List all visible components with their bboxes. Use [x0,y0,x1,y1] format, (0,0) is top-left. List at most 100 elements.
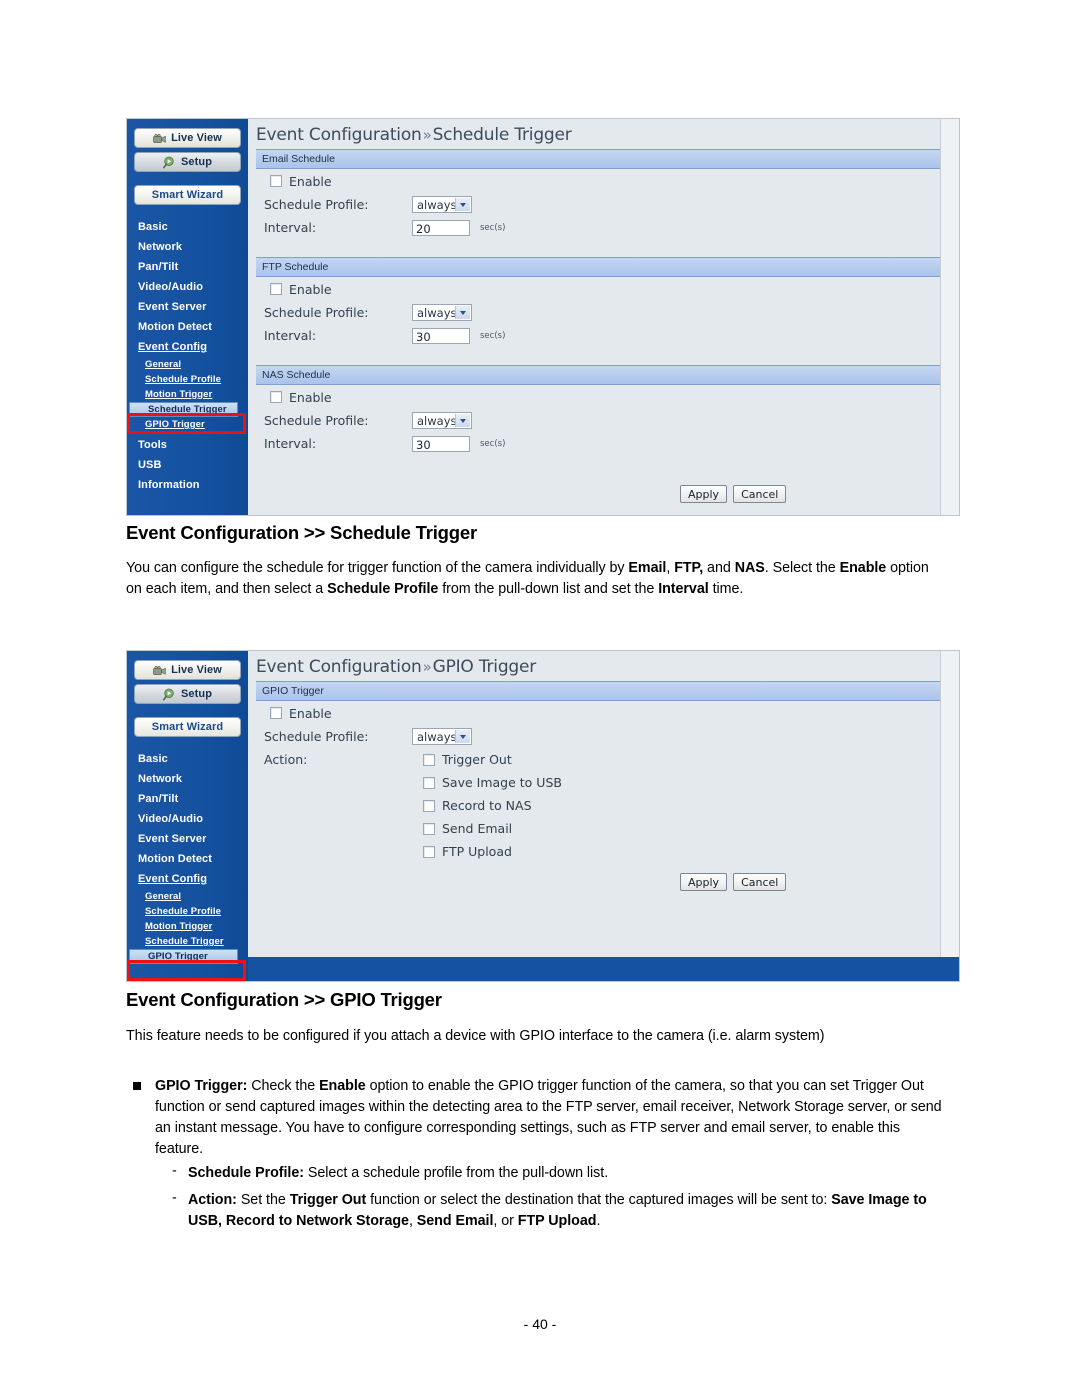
dash-marker-schedule-profile: - [172,1163,177,1179]
sidebar-item-label: Event Server [138,833,207,845]
sidebar-item-general[interactable]: General [127,357,248,372]
cancel-button[interactable]: Cancel [733,485,787,503]
email-profile-row: Schedule Profile: always [256,193,959,216]
sidebar-item-schedule-trigger[interactable]: Schedule Trigger [127,934,248,949]
sidebar-item-label: GPIO Trigger [148,951,208,962]
sidebar-item-label: Network [138,241,183,253]
setup-button[interactable]: Setup [134,152,241,172]
sidebar-item-basic[interactable]: Basic [127,749,248,769]
sidebar-item-network[interactable]: Network [127,769,248,789]
content-pane-gpio-trigger: Event Configuration»GPIO Trigger GPIO Tr… [248,651,959,981]
nas-interval-input[interactable]: 30 [412,435,470,452]
ftp-profile-select[interactable]: always [412,304,472,321]
gpio-profile-label: Schedule Profile: [264,729,369,744]
sidebar-item-pan-tilt[interactable]: Pan/Tilt [127,789,248,809]
bold-ftp: FTP, [674,560,704,576]
screenshot-schedule-trigger: Live View Setup Smart Wizard Basic Netwo… [126,118,960,516]
action-save-image-to-usb-checkbox[interactable] [423,776,435,789]
form-actions-gpio-trigger: Apply Cancel [680,873,787,891]
cancel-button[interactable]: Cancel [733,873,787,891]
bold-schedule-profile: Schedule Profile [327,581,439,597]
bold-gpio-trigger: GPIO Trigger: [155,1078,248,1094]
email-interval-label: Interval: [264,220,317,235]
paragraph-schedule-trigger: You can configure the schedule for trigg… [126,558,938,600]
ftp-interval-input[interactable]: 30 [412,327,470,344]
ftp-interval-row: Interval: 30 sec(s) [256,324,959,347]
gpio-profile-select[interactable]: always [412,728,472,745]
sidebar-item-gpio-trigger[interactable]: GPIO Trigger [129,949,238,964]
chevron-down-icon[interactable] [455,198,470,211]
live-view-button[interactable]: Live View [134,128,241,148]
ftp-profile-row: Schedule Profile: always [256,301,959,324]
breadcrumb-root: Event Configuration [256,657,422,677]
chevron-down-icon[interactable] [455,414,470,427]
sidebar-item-label: Network [138,773,183,785]
magnifier-icon [162,156,176,169]
text: You can configure the schedule for trigg… [126,560,629,576]
action-ftp-upload-checkbox[interactable] [423,845,435,858]
sidebar-item-schedule-trigger[interactable]: Schedule Trigger [129,402,238,417]
sidebar-item-label: Motion Trigger [145,389,213,400]
sidebar-item-network[interactable]: Network [127,237,248,257]
sidebar-item-motion-detect[interactable]: Motion Detect [127,317,248,337]
action-record-to-nas-label: Record to NAS [442,798,532,813]
nas-enable-row: Enable [256,385,959,409]
ftp-enable-row: Enable [256,277,959,301]
section-title: GPIO Trigger [262,685,324,697]
action-trigger-out-checkbox[interactable] [423,753,435,766]
gpio-action-label: Action: [264,752,308,767]
nas-interval-row: Interval: 30 sec(s) [256,432,959,455]
gpio-enable-checkbox[interactable] [270,707,282,719]
sidebar-item-basic[interactable]: Basic [127,217,248,237]
sidebar-item-pan-tilt[interactable]: Pan/Tilt [127,257,248,277]
email-profile-label: Schedule Profile: [264,197,369,212]
sidebar-item-label: Event Config [138,341,208,353]
bullet-gpio-trigger: GPIO Trigger: Check the Enable option to… [155,1076,945,1160]
action-send-email-checkbox[interactable] [423,822,435,835]
sidebar-item-motion-trigger[interactable]: Motion Trigger [127,387,248,402]
sidebar-item-motion-trigger[interactable]: Motion Trigger [127,919,248,934]
breadcrumb-leaf: Schedule Trigger [432,125,572,145]
dash-marker-action: - [172,1190,177,1206]
live-view-button[interactable]: Live View [134,660,241,680]
sidebar-item-schedule-profile[interactable]: Schedule Profile [127,372,248,387]
text: and [703,560,735,576]
sidebar-item-gpio-trigger[interactable]: GPIO Trigger [127,417,248,432]
chevron-down-icon[interactable] [455,730,470,743]
bold-send-email: Send Email [416,1213,494,1229]
sidebar-item-event-server[interactable]: Event Server [127,297,248,317]
sidebar-item-event-config[interactable]: Event Config [127,337,248,357]
setup-button[interactable]: Setup [134,684,241,704]
action-save-image-to-usb-label: Save Image to USB [442,775,562,790]
sidebar-item-general[interactable]: General [127,889,248,904]
smart-wizard-button[interactable]: Smart Wizard [134,185,241,205]
action-ftp-upload-label: FTP Upload [442,844,512,859]
smart-wizard-button[interactable]: Smart Wizard [134,717,241,737]
sidebar-item-label: General [145,359,182,370]
sidebar-item-event-config[interactable]: Event Config [127,869,248,889]
sidebar-item-usb[interactable]: USB [127,455,248,475]
ftp-enable-checkbox[interactable] [270,283,282,295]
sub-bullet-schedule-profile: Schedule Profile: Select a schedule prof… [188,1163,948,1184]
email-interval-input[interactable]: 20 [412,219,470,236]
sidebar-item-label: Basic [138,221,168,233]
chevron-down-icon[interactable] [455,306,470,319]
sidebar-item-event-server[interactable]: Event Server [127,829,248,849]
sidebar-item-tools[interactable]: Tools [127,435,248,455]
nas-profile-select[interactable]: always [412,412,472,429]
sidebar-item-video-audio[interactable]: Video/Audio [127,277,248,297]
action-record-to-nas-checkbox[interactable] [423,799,435,812]
sidebar-item-video-audio[interactable]: Video/Audio [127,809,248,829]
gpio-action-row: FTP Upload [256,840,959,863]
nas-profile-row: Schedule Profile: always [256,409,959,432]
email-enable-checkbox[interactable] [270,175,282,187]
email-profile-select[interactable]: always [412,196,472,213]
text: function or select the destination that … [366,1192,777,1208]
apply-button[interactable]: Apply [680,485,728,503]
sidebar-item-information[interactable]: Information [127,475,248,495]
text: Check the [247,1078,320,1094]
sidebar-item-schedule-profile[interactable]: Schedule Profile [127,904,248,919]
apply-button[interactable]: Apply [680,873,728,891]
nas-enable-checkbox[interactable] [270,391,282,403]
sidebar-item-motion-detect[interactable]: Motion Detect [127,849,248,869]
